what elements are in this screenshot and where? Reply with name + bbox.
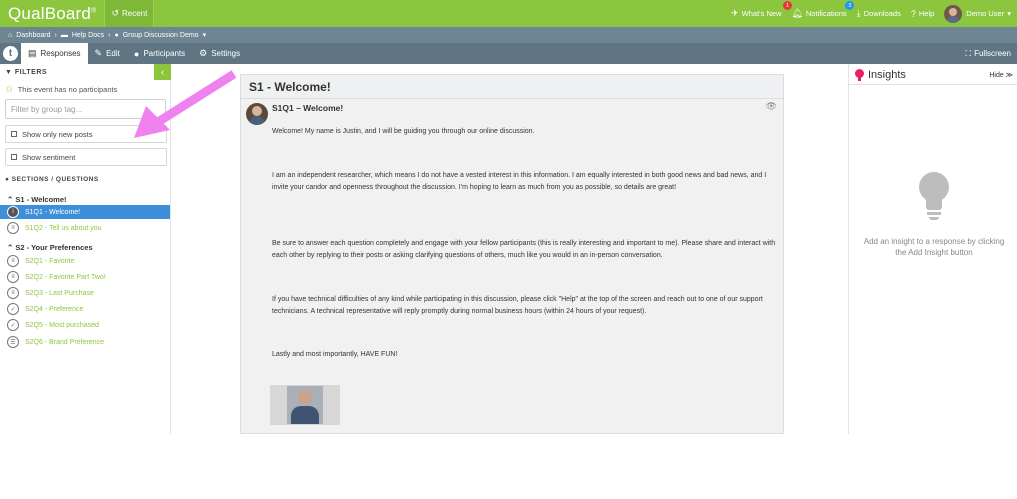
- breadcrumb-help-docs[interactable]: Help Docs: [72, 32, 104, 39]
- question-item-s2q2[interactable]: ≡ S2Q2 - Favorite Part Two!: [0, 270, 170, 284]
- user-icon: ●: [133, 48, 140, 59]
- app-logo[interactable]: QualBoard®: [8, 4, 96, 24]
- gear-icon: ⚙: [199, 48, 208, 58]
- check-circle-icon: ✓: [7, 319, 19, 331]
- rocket-icon: ✈: [731, 8, 739, 18]
- card-icon: ▤: [28, 48, 37, 58]
- section-title[interactable]: ⌃ S2 - Your Preferences: [7, 243, 93, 252]
- notifications-badge: 3: [845, 1, 855, 10]
- post-paragraph: Lastly and most importantly, HAVE FUN!: [272, 351, 398, 358]
- chat-icon: ≡: [7, 271, 19, 283]
- top-nav-right: ✈ What's New 1 🔔︎ Notifications 3 ⤓ Down…: [721, 0, 1011, 27]
- checkbox-square: [11, 131, 17, 137]
- check-circle-icon: ✓: [7, 303, 19, 315]
- insights-empty-text: Add an insight to a response by clicking…: [863, 237, 1005, 257]
- person-photo: [287, 386, 323, 424]
- question-circle-icon: ?: [910, 8, 916, 19]
- question-item-s2q4[interactable]: ✓ S2Q4 - Preference: [0, 302, 170, 316]
- eye-slash-icon[interactable]: 👁︎: [766, 101, 777, 112]
- user-menu[interactable]: Demo User ▾: [944, 4, 1011, 23]
- chevron-right-icon: ›: [54, 31, 57, 39]
- no-participants-note: ⚇ This event has no participants: [6, 85, 118, 94]
- post-paragraph: I am an independent researcher, which me…: [272, 172, 767, 191]
- post-title: S1Q1 – Welcome!: [272, 103, 344, 113]
- question-item-s2q3[interactable]: ≡ S2Q3 - Last Purchase: [0, 286, 170, 300]
- post-paragraph: If you have technical difficulties of an…: [272, 296, 763, 315]
- hide-insights-link[interactable]: Hide ≫: [989, 71, 1013, 79]
- filters-heading: ▼ FILTERS: [5, 69, 48, 76]
- caret-down-icon: ▾: [202, 32, 207, 39]
- question-item-s1q1[interactable]: i S1Q1 - Welcome!: [0, 205, 170, 219]
- breadcrumb-dashboard[interactable]: Dashboard: [16, 32, 50, 39]
- checkbox-square: [11, 154, 17, 160]
- breadcrumb-current[interactable]: Group Discussion Demo: [123, 32, 199, 39]
- post-image[interactable]: [270, 385, 340, 425]
- recent-button[interactable]: ↺ Recent: [104, 0, 155, 27]
- post-paragraph: Be sure to answer each question complete…: [272, 240, 776, 259]
- filter-icon: ▼: [5, 69, 13, 76]
- history-icon: ↺: [111, 8, 119, 18]
- chat-icon: ≡: [7, 287, 19, 299]
- section-heading: S1 - Welcome!: [241, 75, 783, 99]
- chevron-up-icon: ⌃: [7, 195, 14, 204]
- home-icon: ⌂: [8, 31, 13, 39]
- caret-down-icon: ▾: [1007, 9, 1011, 18]
- insights-panel: Insights Hide ≫ Add an insight to a resp…: [848, 64, 1017, 434]
- breadcrumb: ⌂ Dashboard › ▬ Help Docs › ● Group Disc…: [0, 27, 1017, 43]
- list-icon: ☰: [7, 336, 19, 348]
- insights-heading: Insights: [855, 67, 906, 83]
- post-paragraph: Welcome! My name is Justin, and I will b…: [272, 128, 535, 135]
- tab-bar: t ▤ Responses ✎ Edit ● Participants ⚙ Se…: [0, 43, 1017, 64]
- fullscreen-button[interactable]: ⛶ Fullscreen: [965, 43, 1011, 64]
- notifications-button[interactable]: 🔔︎ Notifications 3: [791, 1, 855, 19]
- comments-icon: ●: [114, 31, 119, 39]
- expand-icon: ⛶: [965, 48, 972, 58]
- chat-icon: ≡: [7, 255, 19, 267]
- question-item-s2q5[interactable]: ✓ S2Q5 - Most purchased: [0, 318, 170, 332]
- info-icon: i: [7, 206, 19, 218]
- question-item-s1q2[interactable]: ≡ S1Q2 - Tell us about you: [0, 221, 170, 235]
- event-logo: t: [0, 43, 21, 64]
- chevron-up-icon: ⌃: [7, 243, 14, 252]
- sections-heading: ● SECTIONS / QUESTIONS: [5, 176, 99, 183]
- edit-icon: ✎: [94, 48, 103, 58]
- tab-edit[interactable]: ✎ Edit: [88, 43, 127, 64]
- divider: [849, 84, 1017, 85]
- comments-icon: ●: [5, 176, 10, 183]
- chat-icon: ≡: [7, 222, 19, 234]
- users-icon: ⚇: [6, 85, 13, 94]
- tab-settings[interactable]: ⚙ Settings: [192, 43, 247, 64]
- tab-participants[interactable]: ● Participants: [127, 43, 192, 64]
- question-item-s2q6[interactable]: ☰ S2Q6 - Brand Preference: [0, 335, 170, 349]
- whats-new-button[interactable]: ✈ What's New 1: [731, 1, 793, 19]
- user-avatar: [944, 4, 963, 23]
- lightbulb-icon: [855, 69, 864, 81]
- tab-responses[interactable]: ▤ Responses: [21, 43, 88, 64]
- download-icon: ⤓: [856, 8, 861, 18]
- bell-icon: 🔔︎: [791, 8, 803, 18]
- annotation-arrow: [134, 70, 237, 138]
- downloads-button[interactable]: ⤓ Downloads: [857, 8, 901, 19]
- moderator-avatar: [246, 103, 268, 125]
- question-post: S1Q1 – Welcome! 👁︎ Welcome! My name is J…: [241, 99, 783, 433]
- folder-icon: ▬: [60, 31, 68, 39]
- section-title[interactable]: ⌃ S1 - Welcome!: [7, 195, 67, 204]
- top-bar: QualBoard® ↺ Recent ✈ What's New 1 🔔︎ No…: [0, 0, 1017, 27]
- question-item-s2q1[interactable]: ≡ S2Q1 - Favorite: [0, 254, 170, 268]
- lightbulb-icon: [917, 172, 951, 222]
- help-button[interactable]: ? Help: [911, 9, 934, 19]
- chevron-right-icon: ›: [108, 31, 111, 39]
- responses-panel: S1 - Welcome! S1Q1 – Welcome! 👁︎ Welcome…: [240, 74, 784, 434]
- show-sentiment-checkbox[interactable]: Show sentiment: [5, 148, 167, 166]
